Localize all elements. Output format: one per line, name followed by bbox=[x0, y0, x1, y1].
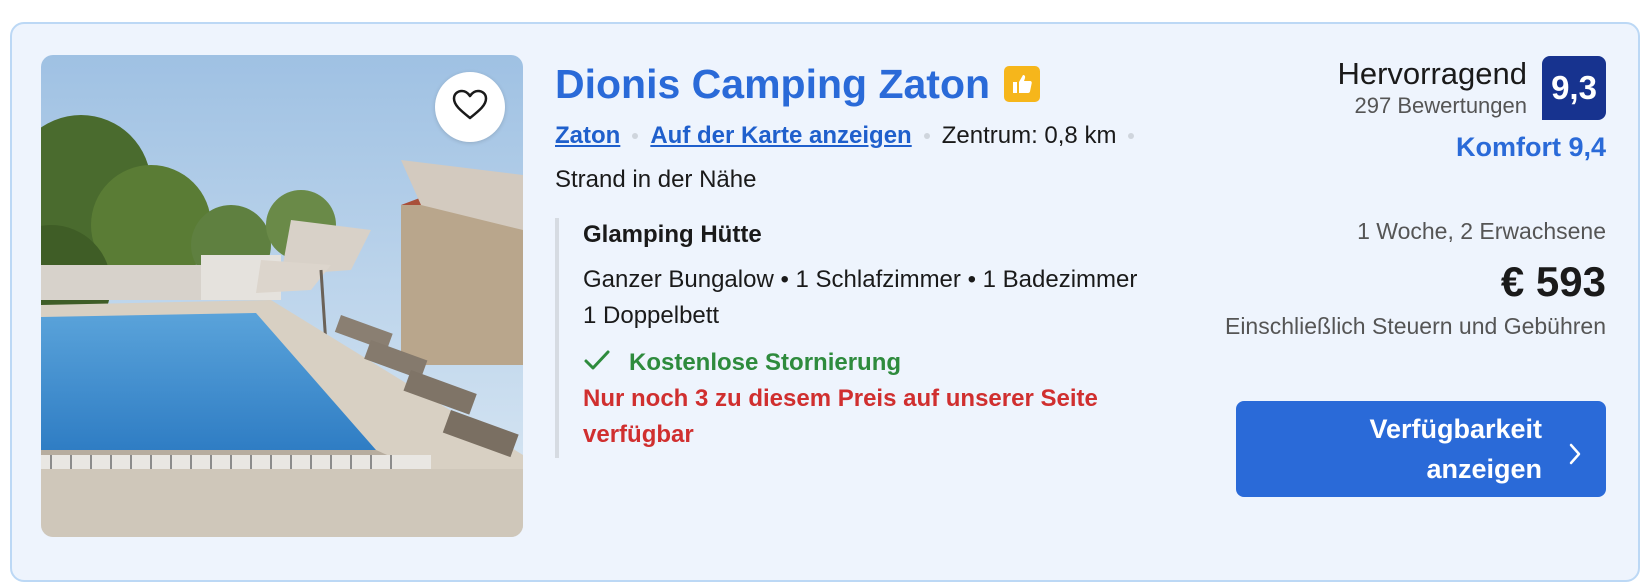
chevron-right-icon bbox=[1568, 437, 1582, 477]
comfort-score: Komfort 9,4 bbox=[1455, 132, 1606, 162]
review-count: 297 Bewertungen bbox=[1354, 93, 1527, 118]
location-row: Zaton Auf der Karte anzeigen Zentrum: 0,… bbox=[555, 122, 1146, 150]
heart-icon bbox=[452, 89, 488, 126]
location-link[interactable]: Zaton bbox=[555, 122, 620, 150]
free-cancellation: Kostenlose Stornierung bbox=[583, 348, 1185, 377]
rating-word: Hervorragend bbox=[1337, 56, 1527, 91]
checkmark-icon bbox=[583, 348, 611, 377]
title-row: Dionis Camping Zaton bbox=[555, 58, 1041, 110]
price-block: 1 Woche, 2 Erwachsene € 593 Einschließli… bbox=[1186, 216, 1606, 344]
bed-info: 1 Doppelbett bbox=[583, 302, 720, 329]
property-title[interactable]: Dionis Camping Zaton bbox=[555, 58, 990, 110]
review-summary[interactable]: Hervorragend 297 Bewertungen bbox=[1337, 56, 1527, 120]
separator-dot bbox=[632, 133, 639, 139]
show-availability-button[interactable]: Verfügbarkeit anzeigen bbox=[1236, 401, 1606, 497]
tax-note: Einschließlich Steuern und Gebühren bbox=[1224, 313, 1606, 339]
room-details: Glamping Hütte Ganzer Bungalow • 1 Schla… bbox=[555, 218, 1185, 458]
separator-dot bbox=[923, 133, 930, 139]
review-score-badge[interactable]: 9,3 bbox=[1542, 56, 1606, 120]
separator-dot bbox=[1128, 133, 1135, 139]
thumbs-up-icon bbox=[1004, 66, 1041, 102]
stay-details: 1 Woche, 2 Erwachsene bbox=[1357, 218, 1606, 244]
favorite-button[interactable] bbox=[435, 72, 505, 142]
map-link[interactable]: Auf der Karte anzeigen bbox=[650, 122, 911, 150]
cta-label: Verfügbarkeit anzeigen bbox=[1369, 414, 1542, 484]
beach-text: Strand in der Nähe bbox=[555, 166, 757, 193]
distance-text: Zentrum: 0,8 km bbox=[941, 122, 1117, 149]
room-summary: Ganzer Bungalow • 1 Schlafzimmer • 1 Bad… bbox=[583, 266, 1138, 293]
room-name: Glamping Hütte bbox=[583, 221, 762, 248]
scarcity-message: Nur noch 3 zu diesem Preis auf unserer S… bbox=[583, 385, 1098, 448]
price: € 593 bbox=[1500, 258, 1606, 305]
cancellation-text: Kostenlose Stornierung bbox=[629, 348, 902, 376]
